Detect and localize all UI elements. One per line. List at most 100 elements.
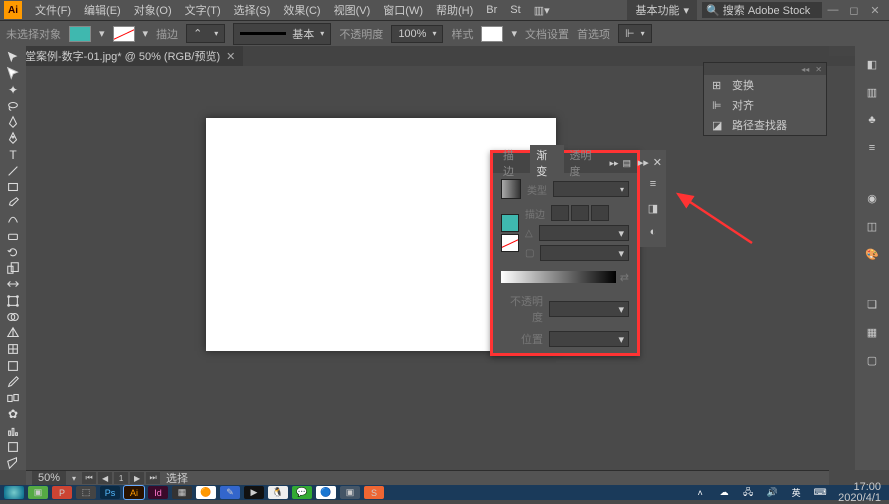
- nav-first[interactable]: ⏮: [82, 472, 96, 484]
- tool-free-transform[interactable]: [2, 294, 24, 308]
- tool-shape-builder[interactable]: [2, 310, 24, 324]
- doc-setup-button[interactable]: 文档设置: [525, 26, 569, 42]
- tray-sound[interactable]: 🔊: [762, 486, 782, 499]
- taskbar-explorer[interactable]: ▣: [28, 486, 48, 499]
- document-tab[interactable]: 课堂案例-数字-01.jpg* @ 50% (RGB/预览) ✕: [6, 46, 243, 66]
- panel-icon-properties[interactable]: ◧: [861, 54, 883, 74]
- stroke-align-1[interactable]: [551, 205, 569, 221]
- strip-close-icon[interactable]: ✕: [653, 156, 662, 169]
- opacity-val[interactable]: 100%▾: [391, 25, 443, 43]
- tool-column-graph[interactable]: [2, 423, 24, 437]
- menu-window[interactable]: 窗口(W): [377, 0, 429, 20]
- brush-def[interactable]: 基本▾: [233, 23, 331, 45]
- tool-rectangle[interactable]: [2, 180, 24, 194]
- taskbar-app6[interactable]: 🔵: [316, 486, 336, 499]
- panel-icon-library[interactable]: ▥: [861, 82, 883, 102]
- tool-magic-wand[interactable]: ✦: [2, 82, 24, 96]
- panel-icon-swatches[interactable]: ♣: [861, 110, 883, 130]
- align-to[interactable]: ⊩▾: [618, 24, 652, 43]
- tool-pen[interactable]: [2, 115, 24, 129]
- tray-up[interactable]: ˄: [690, 486, 710, 499]
- gradient-ramp[interactable]: [501, 271, 616, 283]
- stroke-swatch[interactable]: [113, 26, 135, 42]
- style-swatch[interactable]: [481, 26, 503, 42]
- tray-onedrive[interactable]: ☁: [714, 486, 734, 499]
- menu-edit[interactable]: 编辑(E): [78, 0, 127, 20]
- menu-select[interactable]: 选择(S): [228, 0, 277, 20]
- taskbar-ppt[interactable]: P: [52, 486, 72, 499]
- menu-effect[interactable]: 效果(C): [277, 0, 326, 20]
- panel-icon-artboards[interactable]: ▢: [861, 350, 883, 370]
- stroke-weight[interactable]: ⌃▾: [186, 24, 225, 43]
- tool-gradient[interactable]: [2, 358, 24, 372]
- panel-close-icon[interactable]: ✕: [815, 65, 822, 74]
- win-minimize[interactable]: —: [823, 4, 843, 16]
- menu-view[interactable]: 视图(V): [328, 0, 377, 20]
- tool-artboard[interactable]: [2, 440, 24, 454]
- tray-net[interactable]: 🖧: [738, 486, 758, 499]
- tool-shaper[interactable]: [2, 212, 24, 226]
- tool-line[interactable]: [2, 164, 24, 178]
- tab-opacity[interactable]: 透明度: [564, 145, 608, 181]
- panel-icon-asset[interactable]: ▦: [861, 322, 883, 342]
- taskbar-ai[interactable]: Ai: [124, 486, 144, 499]
- workspace-switcher[interactable]: 基本功能▾: [627, 0, 697, 20]
- strip-collapse-icon[interactable]: ▸▸: [638, 156, 649, 169]
- panel-icon-stroke2[interactable]: ◫: [861, 216, 883, 236]
- tool-eyedropper[interactable]: [2, 375, 24, 389]
- taskbar-id[interactable]: Id: [148, 486, 168, 499]
- tool-eraser[interactable]: [2, 229, 24, 243]
- tool-symbol-sprayer[interactable]: ✿: [2, 407, 24, 421]
- tool-type[interactable]: T: [2, 147, 24, 161]
- win-close[interactable]: ✕: [865, 4, 885, 17]
- tool-direct-selection[interactable]: [2, 66, 24, 80]
- tray-clock[interactable]: 17:002020/4/1: [834, 482, 885, 504]
- gradient-type-dropdown[interactable]: ▾: [553, 181, 629, 197]
- stroke-indicator[interactable]: [501, 234, 519, 252]
- reverse-gradient-icon[interactable]: ⇄: [620, 271, 629, 284]
- nav-last[interactable]: ⏭: [146, 472, 160, 484]
- menu-type[interactable]: 文字(T): [179, 0, 227, 20]
- tab-stroke[interactable]: 描边: [497, 145, 530, 181]
- taskbar-app2[interactable]: ▦: [172, 486, 192, 499]
- tray-ime[interactable]: 英: [786, 486, 806, 499]
- fill-indicator[interactable]: [501, 214, 519, 232]
- gradient-preview[interactable]: [501, 179, 521, 199]
- taskbar-app7[interactable]: ▣: [340, 486, 360, 499]
- panel-icon-brushes[interactable]: ≡: [861, 138, 883, 158]
- nav-page[interactable]: 1: [114, 472, 128, 484]
- tool-paintbrush[interactable]: [2, 196, 24, 210]
- close-tab-icon[interactable]: ✕: [226, 50, 235, 63]
- panel-expand-icon[interactable]: ▸▸: [607, 158, 620, 169]
- start-button[interactable]: [4, 486, 24, 499]
- tool-rotate[interactable]: [2, 245, 24, 259]
- tool-scale[interactable]: [2, 261, 24, 275]
- taskbar-app1[interactable]: ⬚: [76, 486, 96, 499]
- menu-btn-arrange[interactable]: ▥▾: [528, 2, 556, 19]
- taskbar-app5[interactable]: ▶: [244, 486, 264, 499]
- fill-swatch[interactable]: [69, 26, 91, 42]
- panel-collapse-icon[interactable]: ◂◂: [801, 65, 809, 74]
- taskbar-wechat[interactable]: 💬: [292, 486, 312, 499]
- menu-btn-br[interactable]: Br: [480, 2, 503, 18]
- strip-transparency-icon[interactable]: ◐: [644, 223, 662, 241]
- stroke-align-2[interactable]: [571, 205, 589, 221]
- taskbar-qq[interactable]: 🐧: [268, 486, 288, 499]
- stroke-align-3[interactable]: [591, 205, 609, 221]
- tool-mesh[interactable]: [2, 342, 24, 356]
- menu-object[interactable]: 对象(O): [128, 0, 178, 20]
- panel-icon-symbols[interactable]: ◉: [861, 188, 883, 208]
- menu-btn-st[interactable]: St: [504, 2, 526, 18]
- tray-keyboard[interactable]: ⌨: [810, 486, 830, 499]
- tool-width[interactable]: [2, 277, 24, 291]
- gradient-aspect[interactable]: ▾: [540, 245, 629, 261]
- panel-icon-color[interactable]: 🎨: [861, 244, 883, 264]
- strip-stroke-icon[interactable]: ≡: [644, 175, 662, 193]
- win-maximize[interactable]: ◻: [844, 4, 864, 17]
- tool-perspective[interactable]: [2, 326, 24, 340]
- nav-next[interactable]: ▶: [130, 472, 144, 484]
- tool-slice[interactable]: [2, 456, 24, 470]
- tab-gradient[interactable]: 渐变: [530, 145, 563, 181]
- panel-transform[interactable]: ⊞变换: [704, 75, 826, 95]
- tool-lasso[interactable]: [2, 99, 24, 113]
